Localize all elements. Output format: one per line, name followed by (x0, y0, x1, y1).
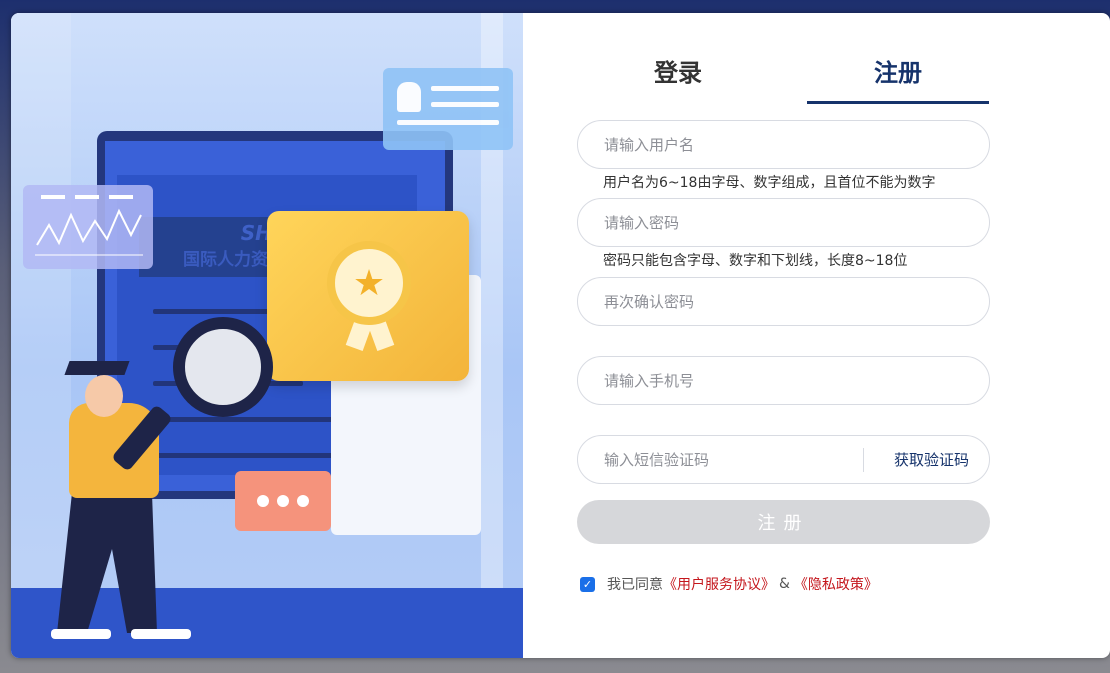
sms-code-input[interactable] (578, 436, 858, 483)
line-chart-icon (35, 195, 143, 256)
register-submit-button[interactable]: 注册 (577, 500, 990, 544)
privacy-link[interactable]: 《隐私政策》 (794, 574, 878, 594)
certificate-illustration: ★ (267, 211, 469, 381)
register-modal: SHRM 国际人力资源 (11, 13, 1110, 658)
terms-link[interactable]: 《用户服务协议》 (663, 574, 775, 594)
agreement-prefix: 我已同意 (607, 577, 663, 593)
avatar-icon (397, 82, 421, 112)
phone-input[interactable] (578, 357, 989, 404)
active-tab-indicator (807, 101, 989, 104)
magnifier-icon (173, 317, 273, 417)
get-code-button[interactable]: 获取验证码 (894, 449, 969, 470)
person-head (85, 375, 123, 417)
star-badge-icon: ★ (327, 241, 411, 325)
background-stripe (11, 13, 71, 658)
password-field (577, 198, 990, 247)
chat-bubble-icon (235, 471, 331, 531)
confirm-password-input[interactable] (578, 278, 989, 325)
confirm-password-field (577, 277, 990, 326)
illustration-panel: SHRM 国际人力资源 (11, 13, 523, 658)
card-line (431, 102, 499, 107)
password-input[interactable] (578, 199, 989, 246)
phone-field (577, 356, 990, 405)
agreement-row: ✓ 我已同意 《用户服务协议》 & 《隐私政策》 (580, 574, 878, 594)
line-chart-card (23, 185, 153, 269)
graduation-cap-icon (64, 361, 130, 375)
card-line (397, 120, 499, 125)
tab-login[interactable]: 登录 (588, 53, 768, 88)
username-input[interactable] (578, 121, 989, 168)
tab-register[interactable]: 注册 (808, 53, 988, 88)
id-card-illustration (383, 68, 513, 150)
divider (863, 448, 864, 472)
username-hint: 用户名为6~18由字母、数字组成，且首位不能为数字 (603, 175, 936, 191)
shoe (51, 629, 111, 639)
card-line (431, 86, 499, 91)
agreement-checkbox[interactable]: ✓ (580, 576, 595, 592)
auth-tabs: 登录 注册 (588, 53, 998, 105)
password-hint: 密码只能包含字母、数字和下划线，长度8~18位 (603, 253, 908, 269)
sms-code-field: 获取验证码 (577, 435, 990, 484)
username-field (577, 120, 990, 169)
shoe (131, 629, 191, 639)
agreement-separator: & (779, 576, 790, 592)
